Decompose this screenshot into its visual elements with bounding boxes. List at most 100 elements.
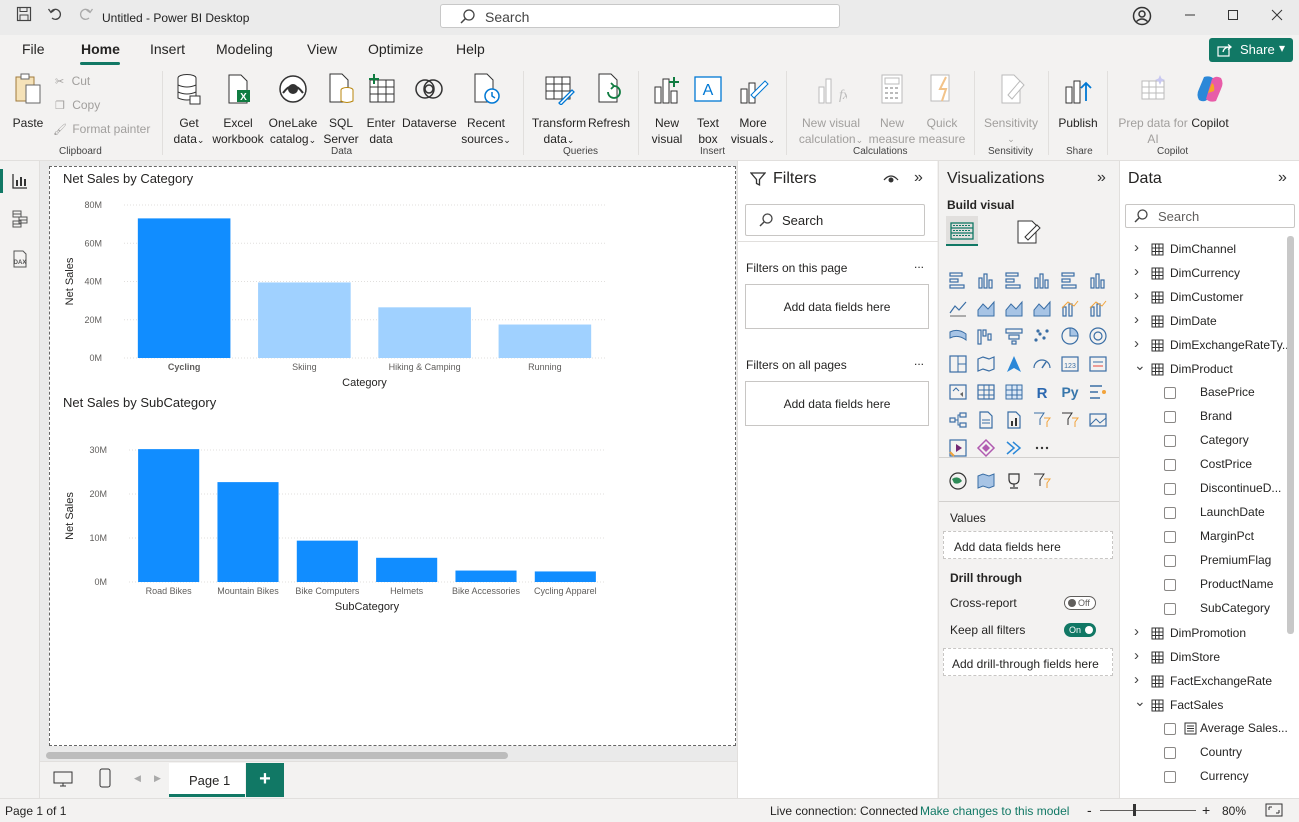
chevron-down-icon[interactable]: ⌄ (1134, 357, 1146, 374)
field-checkbox[interactable] (1164, 579, 1176, 591)
bar-mountain-bikes[interactable] (217, 482, 279, 582)
narrative-icon[interactable] (1004, 438, 1024, 458)
bar-cycling-apparel[interactable] (534, 571, 596, 582)
add-page-button[interactable]: + (246, 763, 284, 797)
clustered-bar-chart-icon[interactable] (1004, 270, 1024, 290)
more-options-icon[interactable]: ... (914, 257, 924, 271)
donut-chart-icon[interactable] (1088, 326, 1108, 346)
chevron-right-icon[interactable]: › (1134, 311, 1139, 328)
field-checkbox[interactable] (1164, 459, 1176, 471)
chevron-right-icon[interactable]: › (1134, 263, 1139, 280)
bar-skiing[interactable] (258, 282, 351, 358)
python-visual-icon[interactable]: Py (1060, 382, 1080, 402)
minimize-icon[interactable] (1179, 6, 1201, 26)
treemap-icon[interactable] (948, 354, 968, 374)
bar-chart-subcategory[interactable]: 0M 10M 20M 30M Road Bikes Mountain Bikes Bike … (50, 417, 620, 617)
values-drop-zone[interactable]: Add data fields here (943, 531, 1113, 559)
tab-help[interactable]: Help (456, 41, 485, 57)
power-automate-icon[interactable] (976, 438, 996, 458)
waterfall-chart-icon[interactable] (976, 326, 996, 346)
pie-chart-icon[interactable] (1060, 326, 1080, 346)
shape-map-icon[interactable] (976, 471, 996, 491)
key-influencers-icon[interactable] (1088, 382, 1108, 402)
cross-report-toggle[interactable]: Off (1064, 596, 1096, 610)
smart-narrative-icon[interactable] (1004, 410, 1024, 430)
report-page[interactable]: Net Sales by Category 0M 20M 40M 60M 80M Cycl… (49, 166, 736, 746)
format-visual-tab[interactable] (1015, 219, 1043, 248)
chevron-down-icon[interactable]: ⌄ (1134, 693, 1146, 710)
slicer-icon[interactable] (1032, 410, 1052, 430)
line-clustered-column-chart-icon[interactable] (1060, 298, 1080, 318)
field-checkbox[interactable] (1164, 411, 1176, 423)
tab-home[interactable]: Home (81, 41, 120, 57)
filter-visual-icon[interactable] (1032, 471, 1052, 491)
zoom-slider[interactable] (1100, 810, 1196, 811)
chevron-right-icon[interactable]: › (1134, 335, 1139, 352)
mobile-layout-icon[interactable] (98, 768, 112, 791)
table-icon[interactable] (976, 382, 996, 402)
page-tab-page-1[interactable]: Page 1 (169, 763, 245, 797)
tab-modeling[interactable]: Modeling (216, 41, 273, 57)
field-checkbox[interactable] (1164, 387, 1176, 399)
100-stacked-bar-chart-icon[interactable] (1060, 270, 1080, 290)
publish-button[interactable]: Publish (1055, 71, 1101, 131)
bar-chart-category[interactable]: 0M 20M 40M 60M 80M Cycling Skiing Hiking & Camp… (50, 187, 620, 397)
zoom-in-button[interactable]: + (1202, 802, 1210, 818)
close-icon[interactable] (1266, 6, 1288, 26)
field-checkbox[interactable] (1164, 435, 1176, 447)
filters-page-drop-zone[interactable]: Add data fields here (745, 284, 929, 329)
share-button[interactable]: Share ▾ (1209, 38, 1293, 62)
collapse-data-icon[interactable]: » (1278, 169, 1287, 187)
global-search-box[interactable]: Search (440, 4, 840, 28)
sensitivity-button[interactable]: Sensitivity ⌄ (980, 71, 1042, 147)
get-data-button[interactable]: Get data⌄ (168, 71, 210, 148)
stacked-area-chart-icon[interactable] (1004, 298, 1024, 318)
make-changes-link[interactable]: Make changes to this model (920, 804, 1069, 818)
chevron-right-icon[interactable]: › (1134, 239, 1139, 256)
chevron-right-icon[interactable]: › (1134, 623, 1139, 640)
multi-row-card-icon[interactable] (1088, 354, 1108, 374)
scatter-chart-icon[interactable] (1032, 326, 1052, 346)
copy-button[interactable]: ❐ Copy (55, 98, 100, 112)
globe-map-icon[interactable] (948, 471, 968, 491)
area-chart-icon[interactable] (976, 298, 996, 318)
collapse-visualizations-icon[interactable]: » (1097, 169, 1106, 187)
card-icon[interactable]: 123 (1060, 354, 1080, 374)
onelake-catalog-button[interactable]: OneLake catalog⌄ (266, 71, 320, 148)
keep-all-filters-toggle[interactable]: On (1064, 623, 1096, 637)
drill-through-drop-zone[interactable]: Add drill-through fields here (943, 648, 1113, 676)
funnel-chart-icon[interactable] (1004, 326, 1024, 346)
next-page-icon[interactable]: ▶ (154, 773, 161, 784)
line-chart-icon[interactable] (948, 298, 968, 318)
field-checkbox[interactable] (1164, 483, 1176, 495)
trophy-icon[interactable] (1004, 471, 1024, 491)
field-checkbox[interactable] (1164, 531, 1176, 543)
new-measure-button[interactable]: New measure (866, 71, 918, 147)
copilot-button[interactable]: Copilot (1188, 71, 1232, 131)
tab-view[interactable]: View (307, 41, 337, 57)
line-stacked-column-chart-icon[interactable] (1088, 298, 1108, 318)
100-stacked-column-chart-icon[interactable] (1088, 270, 1108, 290)
dataverse-button[interactable]: Dataverse (402, 71, 457, 131)
desktop-layout-icon[interactable] (52, 770, 74, 791)
undo-icon[interactable] (45, 6, 65, 26)
r-visual-icon[interactable]: R (1032, 382, 1052, 402)
canvas-horizontal-scrollbar[interactable] (46, 752, 508, 759)
save-icon[interactable] (14, 6, 34, 26)
recent-sources-button[interactable]: Recent sources⌄ (458, 71, 514, 148)
refresh-button[interactable]: Refresh (588, 71, 630, 131)
account-icon[interactable] (1131, 6, 1153, 26)
bar-hiking-camping[interactable] (378, 307, 471, 358)
eye-icon[interactable] (883, 171, 899, 188)
bar-cycling[interactable] (137, 218, 231, 358)
chevron-right-icon[interactable]: › (1134, 671, 1139, 688)
clustered-column-chart-icon[interactable] (1032, 270, 1052, 290)
bar-helmets[interactable] (376, 557, 438, 582)
build-visual-tab[interactable] (946, 216, 978, 246)
data-search-box[interactable]: Search (1125, 204, 1295, 228)
new-visual-calculation-button[interactable]: fx New visual calculation⌄ (796, 71, 866, 148)
tab-optimize[interactable]: Optimize (368, 41, 423, 57)
new-visual-button[interactable]: New visual (646, 71, 688, 147)
filters-search-box[interactable]: Search (745, 204, 925, 236)
maximize-icon[interactable] (1222, 6, 1244, 26)
